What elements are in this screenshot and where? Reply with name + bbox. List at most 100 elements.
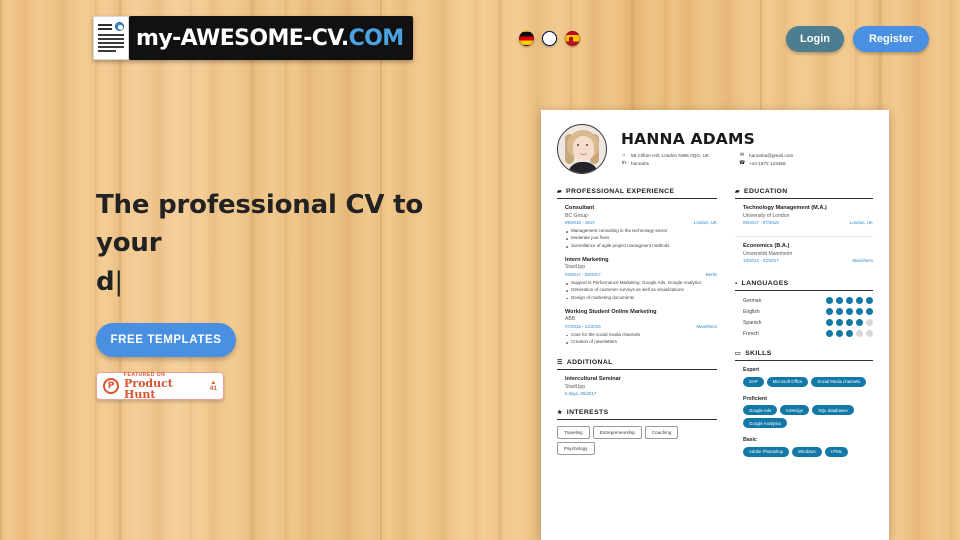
skill-tags: Adobe Photoshop Windows HTML [743, 446, 873, 457]
skill-tag: Windows [792, 446, 822, 457]
cv-body: ▰ PROFESSIONAL EXPERIENCE Consultant BC … [557, 188, 873, 466]
logo-wordmark: my-AWESOME-CV. COM [129, 16, 413, 60]
bullet: Design of marketing documents [565, 295, 717, 302]
cv-header: HANNA ADAMS ⌂ 58 Clifton Hill, London NW… [557, 124, 873, 174]
language-name: English [743, 308, 760, 315]
skill-group-expert: Expert SAP Microsoft Office Social Media… [735, 367, 873, 387]
skill-group-proficient: Proficient Google Ads InDesign SQL datab… [735, 395, 873, 428]
experience-location: London, UK [693, 220, 717, 225]
interest-tag: Coaching [644, 426, 679, 440]
additional-role: Intercultural Seminar [565, 376, 621, 383]
auth-buttons: Login Register [786, 26, 929, 52]
upvote-count: 41 [209, 385, 217, 393]
product-hunt-upvotes: ▲ 41 [210, 380, 217, 393]
site-logo[interactable]: my-AWESOME-CV. COM [93, 16, 413, 60]
experience-meta: 09/2019 - Jetzt London, UK [565, 220, 717, 225]
experience-bullets: Support in Performance Marketing: Google… [565, 280, 717, 302]
additional-item: Intercultural Seminar StartUpp 5 days, 0… [557, 376, 717, 396]
briefcase-icon: ▰ [557, 189, 563, 195]
experience-role: Consultant [565, 205, 595, 211]
experience-item: Consultant BC Group 09/2019 - Jetzt Lond… [557, 205, 717, 250]
monitor-icon: ▭ [735, 351, 742, 357]
skill-tags: SAP Microsoft Office Social Media channe… [743, 376, 873, 387]
section-title-experience: PROFESSIONAL EXPERIENCE [566, 188, 675, 195]
education-item: Economics (B.A.) Universität Mannheim 10… [735, 243, 873, 274]
free-templates-button[interactable]: FREE TEMPLATES [96, 323, 236, 358]
register-button[interactable]: Register [852, 26, 929, 52]
hero-headline-line1: The professional CV to your [96, 190, 424, 259]
uk-flag[interactable] [542, 31, 557, 46]
bullet: Surveillance of agile project managment … [565, 243, 717, 250]
experience-dates: 07/2015 - 12/2016 [565, 323, 601, 329]
language-name: German [743, 297, 762, 304]
german-flag[interactable] [519, 31, 534, 46]
bullet: Creation of newsletters [565, 339, 717, 346]
spanish-flag[interactable] [565, 31, 580, 46]
language-level-dots [826, 319, 873, 326]
interest-tag: Traveling [557, 426, 590, 440]
education-item: Technology Management (M.A.) University … [735, 205, 873, 237]
experience-item: Working Student Online Marketing ABB 07/… [557, 309, 717, 346]
cv-right-column: ▰ EDUCATION Technology Management (M.A.)… [735, 188, 873, 466]
bullet: Management consulting in the technology … [565, 228, 717, 235]
language-row: Spanish [735, 319, 873, 326]
section-title-additional: ADDITIONAL [566, 359, 613, 367]
contact-linkedin: in hannahs [621, 159, 739, 166]
language-level-dots [826, 308, 873, 315]
experience-dates: 03/2017 - 08/2017 [565, 271, 601, 277]
experience-location: Berlin [705, 271, 717, 277]
product-hunt-icon: P [103, 378, 119, 395]
section-header-languages: ▪ LANGUAGES [735, 280, 873, 291]
contacts-column-left: ⌂ 58 Clifton Hill, London NW8 0QG, UK in… [621, 153, 739, 168]
bullet: Support in Performance Marketing: Google… [565, 280, 717, 287]
cv-preview-card[interactable]: HANNA ADAMS ⌂ 58 Clifton Hill, London NW… [541, 110, 889, 540]
experience-role: Intern Marketing [565, 256, 609, 263]
contact-phone-text: +44 1872 123456 [749, 160, 786, 166]
section-title-education: EDUCATION [744, 188, 788, 195]
logo-text-main: my-AWESOME-CV. [136, 25, 349, 51]
contacts-column-right: ✉ hannaha@gmail.com ☎ +44 1872 123456 [739, 153, 857, 168]
star-icon: ★ [557, 410, 563, 417]
skill-group-label: Proficient [743, 395, 767, 402]
section-header-skills: ▭ SKILLS [735, 350, 873, 361]
login-button[interactable]: Login [786, 26, 844, 52]
hero-headline: The professional CV to your d| [96, 186, 456, 301]
section-header-experience: ▰ PROFESSIONAL EXPERIENCE [557, 188, 717, 199]
experience-bullets: Management consulting in the technology … [565, 228, 717, 250]
education-degree: Technology Management (M.A.) [743, 205, 827, 211]
skill-tag: Google Analytics [743, 418, 788, 428]
email-icon: ✉ [739, 152, 745, 158]
interest-tag: Psychology [557, 442, 595, 456]
experience-org: BC Group [565, 212, 588, 219]
section-header-education: ▰ EDUCATION [735, 188, 873, 199]
language-switcher [519, 31, 580, 46]
education-degree: Economics (B.A.) [743, 243, 790, 249]
language-name: French [743, 330, 759, 337]
contact-phone: ☎ +44 1872 123456 [739, 160, 857, 166]
language-row: German [735, 297, 873, 304]
additional-org: StartUpp [565, 383, 586, 390]
graduation-cap-icon: ▰ [735, 189, 741, 195]
section-title-skills: SKILLS [745, 350, 772, 357]
education-dates: 09/2017 - 07/2019 [743, 220, 779, 225]
skill-group-label: Basic [743, 437, 757, 443]
linkedin-icon: in [622, 159, 626, 166]
experience-location: Mannheim [696, 323, 718, 329]
speech-bubble-icon: ▪ [735, 280, 738, 287]
skill-tag: Microsoft Office [766, 376, 809, 387]
avatar [557, 124, 607, 174]
product-hunt-name: Product Hunt [124, 376, 173, 401]
experience-item: Intern Marketing StartUpp 03/2017 - 08/2… [557, 257, 717, 302]
skill-tag: Social Media channels [811, 376, 867, 387]
education-dates: 10/2013 - 02/2017 [743, 258, 779, 263]
skill-tag: SAP [743, 376, 764, 387]
skill-tag: Adobe Photoshop [743, 446, 790, 457]
skill-tags: Google Ads InDesign SQL databases Google… [743, 405, 873, 428]
cv-person-name: HANNA ADAMS [621, 130, 755, 148]
experience-dates: 09/2019 - Jetzt [565, 220, 595, 225]
experience-org: StartUpp [565, 264, 586, 271]
product-hunt-badge[interactable]: P FEATURED ON Product Hunt ▲ 41 [96, 372, 224, 401]
experience-role: Working Student Online Marketing [565, 308, 657, 315]
additional-meta: 5 days, 05/2017 [565, 391, 717, 396]
top-navigation-bar: my-AWESOME-CV. COM Login Register [0, 0, 960, 78]
